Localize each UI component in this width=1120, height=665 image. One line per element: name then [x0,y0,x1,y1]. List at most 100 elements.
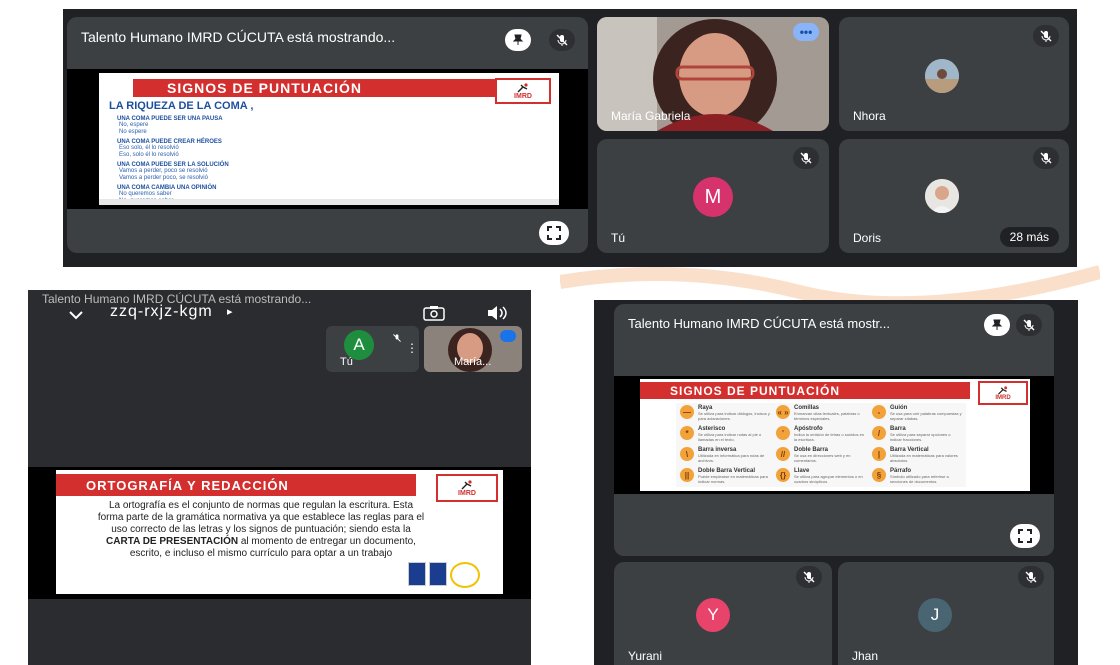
avatar-initial: Y [696,598,730,632]
more-options-button[interactable]: ••• [793,23,819,41]
imrd-logo: IMRD [436,474,498,502]
logo-text: IMRD [995,394,1011,401]
avatar-photo-image [925,59,959,93]
mic-off-icon [1040,152,1052,164]
colombia-seal-icon [450,562,480,588]
participant-name: Tú [611,231,626,245]
presentation-tile[interactable]: Talento Humano IMRD CÚCUTA está mostr...… [614,304,1054,556]
slide-banner: SIGNOS DE PUNTUACIÓN [640,382,970,399]
meet-screenshot-2: Talento Humano IMRD CÚCUTA está mostrand… [28,290,531,665]
symbol-description: Enmarcan citas textuales, palabras o tér… [794,411,860,421]
avatar-initial: M [693,177,733,217]
symbol-text: Guión Se usa para unir palabras compuesta… [890,405,962,421]
caret-right-icon[interactable]: ▸ [227,305,233,318]
comma-example-line: Eso, solo él lo resolvió [119,152,179,158]
mute-indicator [1018,566,1044,588]
cert-badge [408,562,426,586]
participant-tile-nhora[interactable]: Nhora [839,17,1069,131]
more-participants-badge[interactable]: 28 más [999,227,1059,247]
symbol-badge: / [872,426,886,440]
symbol-text: Barra Vertical Utilizada en matemáticas p… [890,447,962,463]
symbol-badge: | [872,447,886,461]
symbol-cell: {} Llave Se utiliza para agrupar elementos… [776,468,866,484]
participant-tile-maria[interactable]: ••• María Gabriela [597,17,829,131]
more-dots-icon: ••• [799,25,813,39]
participant-name: Yurani [628,649,663,663]
symbol-badge: ' [776,426,790,440]
symbol-cell: « » Comillas Enmarcan citas textuales, pal… [776,405,866,421]
symbol-cell: * Asterisco Se utiliza para indicar notas … [680,426,770,442]
maria-mini-tile[interactable]: María... [424,326,522,372]
mute-indicator [1033,25,1059,47]
self-mini-tile[interactable]: A Tú ⋮ [326,326,419,372]
fullscreen-button[interactable] [1010,524,1040,548]
speaker-icon[interactable] [486,305,508,321]
comma-example-line: Vamos a perder, poco se resolvió [119,168,208,174]
symbol-text: Barra Se utiliza para separar opciones o … [890,426,962,442]
pin-button[interactable] [984,314,1010,336]
mic-off-icon [1040,30,1052,42]
pin-button[interactable] [505,29,531,51]
comma-example-line: No, espere [119,122,149,128]
more-vert-icon[interactable]: ⋮ [406,342,418,354]
symbol-description: Utilizada en matemáticas para valores ab… [890,453,958,463]
symbol-description: Indica la omisión de letras o sonidos en… [794,432,865,442]
mute-indicator [796,566,822,588]
symbol-description: Utilizada en informática para rutas de a… [698,453,765,463]
mic-off-icon [803,571,815,583]
slide-frame: SIGNOS DE PUNTUACIÓN IMRD LA RIQUEZA DE … [67,69,588,209]
mute-indicator [793,147,819,169]
mic-off-icon [392,330,402,342]
participant-tile-self[interactable]: M Tú [597,139,829,253]
participant-name: Nhora [853,109,886,123]
comma-example-line: No espere [119,129,147,135]
meeting-code[interactable]: zzq-rxjz-kgm [110,303,213,321]
symbol-badge: \ [680,447,694,461]
slide-body: La ortografía es el conjunto de normas q… [96,500,426,560]
comma-example-line: Eso solo, él lo resolvió [119,145,179,151]
avatar-photo-image [925,179,959,213]
cert-badge [429,562,447,586]
comma-example-line: Vamos a perder poco, se resolvió [119,175,208,181]
pin-icon [991,319,1003,330]
mic-off-icon [556,34,568,46]
symbol-cell: | Barra Vertical Utilizada en matemáticas … [872,447,962,463]
participant-tile-yurani[interactable]: Y Yurani [614,562,832,665]
presentation-tile[interactable]: Talento Humano IMRD CÚCUTA está mostrand… [67,17,588,253]
mic-off-icon [1025,571,1037,583]
symbol-description: Se utiliza para separar opciones o indic… [890,432,951,442]
symbol-text: Llave Se utiliza para agrupar elementos o… [794,468,866,484]
avatar-photo [925,59,959,93]
avatar-photo [925,179,959,213]
symbol-description: Se utiliza para indicar notas al pie o l… [698,432,762,442]
body-bold-text: CARTA DE PRESENTACIÓN [106,536,239,547]
participant-tile-doris[interactable]: Doris 28 más [839,139,1069,253]
symbol-description: Se utiliza para agrupar elementos o en c… [794,474,863,484]
mute-indicator [1016,314,1042,336]
symbol-text: Barra inversa Utilizada en informática pa… [698,447,770,463]
slide-heading: LA RIQUEZA DE LA COMA , [109,100,254,112]
comma-groups: UNA COMA PUEDE SER UNA PAUSA No, espere No… [117,113,417,205]
camera-switch-icon[interactable] [423,305,445,321]
slide: ORTOGRAFÍA Y REDACCIÓN IMRD La ortografí… [56,470,503,594]
slide-frame: ORTOGRAFÍA Y REDACCIÓN IMRD La ortografí… [28,467,531,599]
participant-tile-jhan[interactable]: J Jhan [838,562,1054,665]
symbol-grid: — Raya Se utiliza para indicar diálogos, i… [676,403,966,487]
top-bar: zzq-rxjz-kgm ▸ [28,302,531,326]
certification-badges [408,562,480,588]
fullscreen-icon [1018,529,1032,543]
slide: SIGNOS DE PUNTUACIÓN IMRD LA RIQUEZA DE … [99,73,559,205]
participant-name: María Gabriela [611,109,691,123]
avatar-initial: J [918,598,952,632]
fullscreen-icon [547,226,561,240]
presenting-title: Talento Humano IMRD CÚCUTA está mostrand… [81,29,396,45]
symbol-cell: // Doble Barra Se usa en direcciones web y… [776,447,866,463]
fullscreen-button[interactable] [539,221,569,245]
participant-name: María... [454,356,492,368]
runner-logo-icon [461,479,472,489]
chevron-down-icon[interactable] [68,310,84,320]
symbol-text: Apóstrofo Indica la omisión de letras o s… [794,426,866,442]
symbol-text: Doble Barra Se usa en direcciones web y e… [794,447,866,463]
imrd-logo: IMRD [495,78,551,104]
symbol-badge: * [680,426,694,440]
